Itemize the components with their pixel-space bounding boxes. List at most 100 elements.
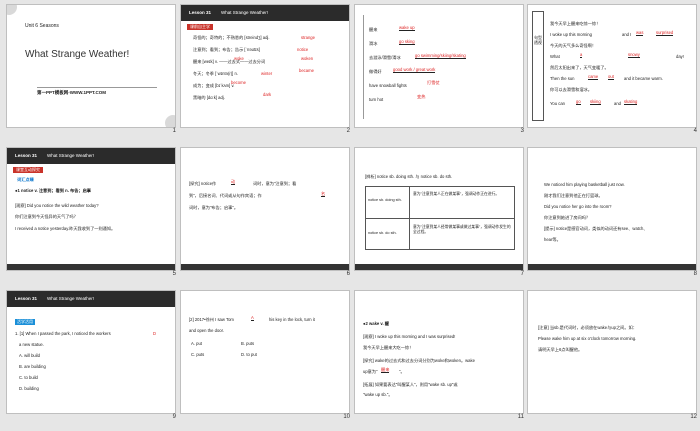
content-line: 你们注意到今天怪异的天气了吗？ [15, 214, 78, 219]
slide-thumbnail: We noticed him playing basketball just n… [527, 147, 697, 271]
vocab-line: 奇怪的；奇特的；不熟悉的 [streindʒ] adj. [193, 35, 270, 40]
slide-header: Lesson 31 What Strange Weather! [7, 291, 175, 307]
section-banner: 课堂互动探究 [13, 167, 43, 173]
slide-8[interactable]: We noticed him playing basketball just n… [527, 147, 697, 277]
content-line: "。 [399, 369, 405, 374]
phrase-line: 做得好 [369, 69, 382, 74]
slide-number: 6 [346, 271, 350, 277]
sentence-line: What [550, 54, 560, 59]
option: A. put [191, 341, 202, 346]
content-line: 词时，意为"布告；启事"。 [189, 205, 239, 210]
slide-number: 12 [690, 414, 697, 420]
table-cell: notice sb. do sth. [368, 231, 397, 235]
content-line: 请明天早上6点叫醒他。 [538, 347, 583, 352]
slide-number: 1 [172, 128, 176, 134]
question-line: [2] 2017•徐州 I saw Tom [189, 317, 234, 322]
content-line: ●1 notice v. 注意到；看到 n. 布告；启事 [15, 188, 91, 193]
option: B. are building [19, 364, 46, 369]
question-line: 1. [1] When I passed the park, I noticed… [15, 331, 111, 336]
option: C. puts [191, 352, 205, 357]
answer: 名 [321, 191, 326, 197]
slide-thumbnail: Unit 6 Seasons What Strange Weather! 第一P… [6, 4, 176, 128]
answer: 打雪仗 [427, 80, 440, 85]
table-divider [365, 218, 515, 219]
section-banner: 课前自主学 [187, 24, 213, 30]
slide-6[interactable]: [探究] notice作 动 词时，意为"注意到；看 到"，后接名词、代词或从句… [180, 147, 350, 277]
lesson-title: What Strange Weather! [47, 296, 94, 301]
answer: woke [234, 56, 244, 61]
content-line: up意为" [363, 369, 378, 374]
answer: snowy [628, 52, 640, 58]
lesson-number: Lesson 31 [15, 153, 38, 158]
answer: good work / great work [393, 67, 436, 73]
content-line: "wake up sb."。 [363, 392, 393, 397]
answer: skating [624, 99, 638, 105]
slide-11[interactable]: ●2 wake v. 醒 [观察] I woke up this morning… [354, 290, 524, 420]
content-line: 词时，意为"注意到；看 [253, 181, 297, 186]
sentence-line: 你可以去滑雪和溜冰。 [550, 87, 592, 92]
content-line: [观察] I woke up this morning and I was su… [363, 334, 456, 339]
slide-2[interactable]: Lesson 31 What Strange Weather! 课前自主学 奇怪的… [180, 4, 350, 134]
answer: surprised [656, 30, 674, 36]
answer: go swimming/skiing/skating [415, 53, 466, 59]
subtitle: 第一PPT模板网-WWW.1PPT.COM [37, 90, 106, 95]
answer: 变热 [417, 94, 426, 99]
content-line: [注意] 当sb.是代词时，必须放在wake与up之间。如： [538, 325, 637, 330]
slide-footer [528, 264, 696, 270]
slide-9[interactable]: Lesson 31 What Strange Weather! 活学活用 1. [… [6, 290, 176, 420]
vocab-line: 注意到；看到；布告；告示 [ˈnəʊtɪs] [193, 47, 260, 52]
slide-thumbnail: Lesson 31 What Strange Weather! 活学活用 1. [… [6, 290, 176, 414]
vocab-line: 醒来 [weɪk] v. ——过去式——过去分词 [193, 59, 266, 64]
slide-thumbnail: [2] 2017•徐州 I saw Tom A his key in the l… [180, 290, 350, 414]
option: A. will build [19, 353, 40, 358]
content-line: 你注意到她进了房间吗？ [544, 215, 591, 220]
slide-10[interactable]: [2] 2017•徐州 I saw Tom A his key in the l… [180, 290, 350, 420]
content-line: 刚才我们注意到他正在打篮球。 [544, 193, 603, 198]
slide-footer [355, 264, 523, 270]
phrase-line: 去游泳/滑雪/滑冰 [369, 55, 401, 60]
option: B. puts [241, 341, 255, 346]
phrase-line: have snowball fights [369, 83, 407, 88]
answer: wake up [399, 25, 415, 31]
slide-12[interactable]: [注意] 当sb.是代词时，必须放在wake与up之间。如： Please wa… [527, 290, 697, 420]
slide-7[interactable]: [辨析] notice sb. doing sth. 与 notice sb. … [354, 147, 524, 277]
slide-number: 2 [346, 128, 350, 134]
phrase-line: turn hot [369, 97, 384, 102]
question-line: and open the door. [189, 328, 224, 333]
table-cell: notice sb. doing sth. [368, 198, 402, 202]
sentence-line: and it became warm. [624, 76, 663, 81]
slide-4[interactable]: 句型透视 我今天早上醒来吃惊一惊！ I woke up this morning… [527, 4, 697, 134]
slide-number: 3 [520, 128, 524, 134]
corner-ornament [7, 5, 17, 15]
vocab-line: 成为；变成 [bɪˈkʌm] v. [193, 83, 235, 88]
answer: skiing [590, 99, 601, 105]
section-label: 词汇点睛 [17, 177, 34, 182]
sentence-line: You can [550, 101, 565, 106]
slide-thumbnail: [探究] notice作 动 词时，意为"注意到；看 到"，后接名词、代词或从句… [180, 147, 350, 271]
sentence-line: I woke up this morning [550, 32, 592, 37]
divider [37, 87, 157, 88]
slide-thumbnail: 句型透视 我今天早上醒来吃惊一惊！ I woke up this morning… [527, 4, 697, 128]
content-line: 我今天早上醒来大吃一惊！ [363, 345, 414, 350]
lesson-title: What Strange Weather! [221, 10, 268, 15]
slide-thumbnail: [注意] 当sb.是代词时，必须放在wake与up之间。如： Please wa… [527, 290, 697, 414]
answer: 动 [231, 179, 236, 185]
sentence-line: and I [622, 32, 632, 37]
slide-title: What Strange Weather! [25, 49, 130, 60]
slide-number: 11 [517, 414, 524, 420]
content-line: [拓展] 如果要表达"叫醒某人"，则用"wake sb. up"或 [363, 382, 458, 387]
slide-5[interactable]: Lesson 31 What Strange Weather! 课堂互动探究 词汇… [6, 147, 176, 277]
answer: 醒来 [381, 367, 390, 373]
slide-3[interactable]: 醒来 wake up 滑冰 go sking 去游泳/滑雪/滑冰 go swim… [354, 4, 524, 134]
content-line: hear等。 [544, 237, 561, 242]
lesson-title: What Strange Weather! [47, 153, 94, 158]
content-line: We noticed him playing basketball just n… [544, 182, 625, 187]
sentence-line: and [614, 101, 621, 106]
answer: out [608, 74, 614, 80]
margin-line [363, 15, 364, 119]
answer: became [299, 68, 314, 73]
sentence-line: Then the sun [550, 76, 575, 81]
slide-1[interactable]: Unit 6 Seasons What Strange Weather! 第一P… [6, 4, 176, 134]
slide-thumbnail: [辨析] notice sb. doing sth. 与 notice sb. … [354, 147, 524, 271]
slide-number: 10 [343, 414, 350, 420]
